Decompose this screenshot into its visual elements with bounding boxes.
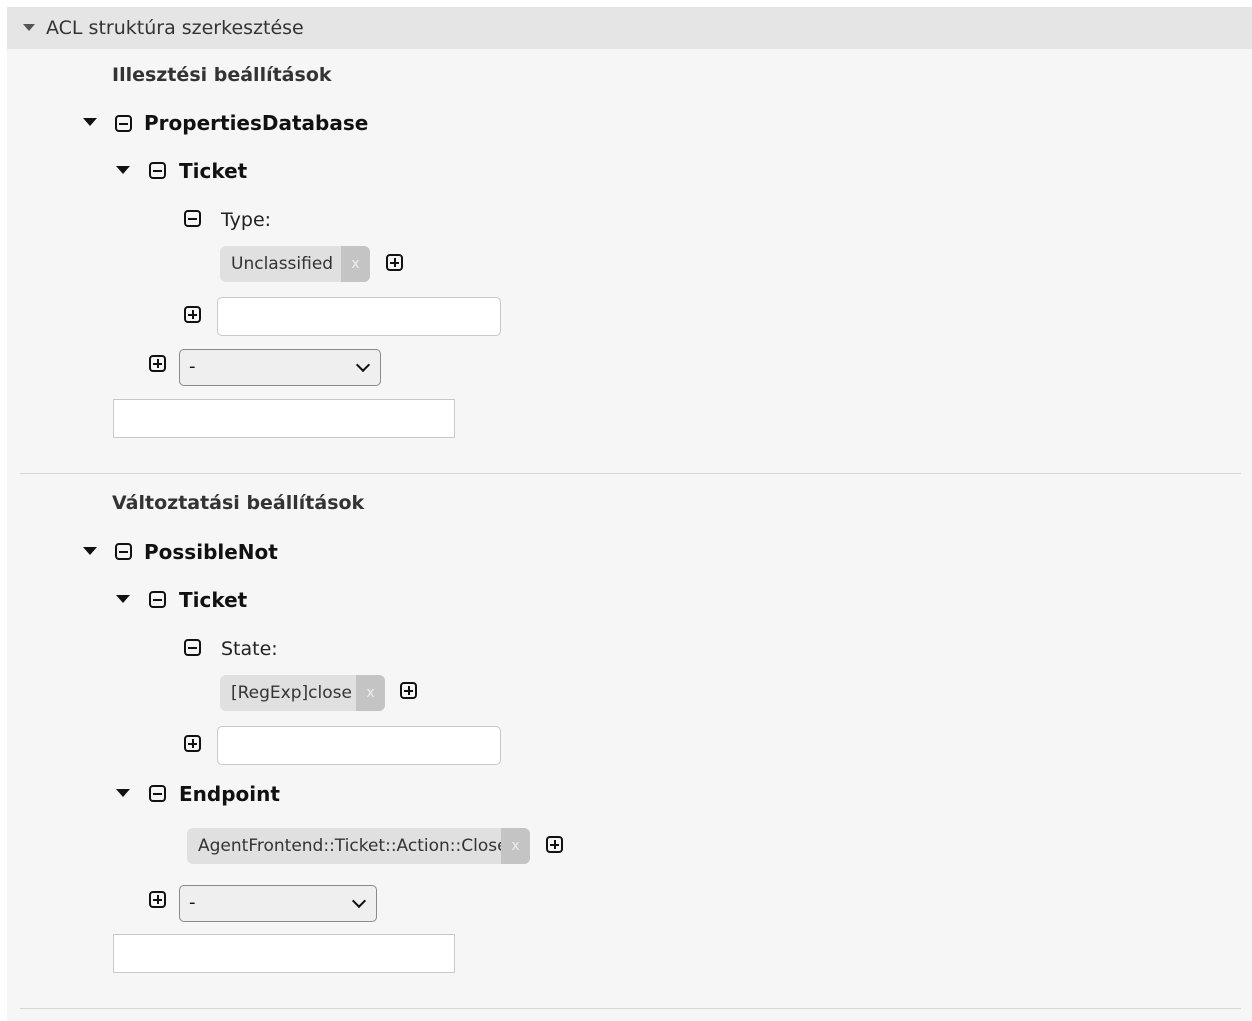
object-select-value: - — [189, 356, 196, 377]
value-tag: Unclassified x — [220, 246, 370, 282]
collapse-field-icon[interactable] — [184, 210, 201, 227]
collapse-node-icon[interactable] — [115, 115, 132, 132]
match-settings-title: Illesztési beállítások — [112, 64, 332, 86]
node-endpoint: Endpoint — [179, 782, 280, 806]
endpoint-tag-text: AgentFrontend::Ticket::Action::Close — [198, 836, 508, 856]
node-possible-not: PossibleNot — [144, 540, 278, 564]
chevron-down-icon — [351, 893, 367, 909]
collapse-node-icon[interactable] — [149, 591, 166, 608]
remove-tag-button[interactable]: x — [501, 828, 530, 864]
collapse-node-icon[interactable] — [115, 543, 132, 560]
field-label-state: State: — [221, 638, 278, 660]
chevron-down-icon — [355, 357, 371, 373]
expand-caret-icon[interactable] — [83, 547, 97, 555]
add-value-icon[interactable] — [400, 682, 417, 699]
expand-caret-icon[interactable] — [83, 118, 97, 126]
value-tag-text: [RegExp]close — [231, 683, 352, 703]
expand-caret-icon[interactable] — [116, 595, 130, 603]
new-property-input[interactable] — [113, 399, 455, 438]
field-label-type: Type: — [221, 209, 272, 231]
collapse-field-icon[interactable] — [184, 639, 201, 656]
new-field-input[interactable] — [217, 297, 501, 336]
collapse-node-icon[interactable] — [149, 162, 166, 179]
expand-caret-icon[interactable] — [116, 166, 130, 174]
object-select[interactable]: - — [179, 349, 381, 386]
section-divider — [20, 473, 1241, 474]
add-field-icon[interactable] — [184, 735, 201, 752]
object-select-value: - — [189, 892, 196, 913]
add-value-icon[interactable] — [386, 254, 403, 271]
remove-tag-button[interactable]: x — [341, 246, 370, 282]
collapse-node-icon[interactable] — [149, 785, 166, 802]
add-field-icon[interactable] — [184, 306, 201, 323]
collapse-caret-icon[interactable] — [23, 24, 35, 31]
panel-title: ACL struktúra szerkesztése — [46, 17, 304, 39]
change-settings-title: Változtatási beállítások — [112, 492, 365, 514]
expand-caret-icon[interactable] — [116, 789, 130, 797]
new-field-input[interactable] — [217, 726, 501, 765]
section-divider — [20, 1008, 1241, 1009]
remove-tag-button[interactable]: x — [356, 675, 385, 711]
add-object-icon[interactable] — [149, 355, 166, 372]
add-value-icon[interactable] — [546, 836, 563, 853]
value-tag-text: Unclassified — [231, 254, 334, 274]
add-object-icon[interactable] — [149, 891, 166, 908]
node-ticket: Ticket — [179, 159, 248, 183]
node-ticket: Ticket — [179, 588, 248, 612]
value-tag: [RegExp]close x — [220, 675, 385, 711]
endpoint-tag: AgentFrontend::Ticket::Action::Close x — [187, 828, 530, 864]
object-select[interactable]: - — [179, 885, 377, 922]
new-property-input[interactable] — [113, 934, 455, 973]
node-properties-database: PropertiesDatabase — [144, 111, 369, 135]
